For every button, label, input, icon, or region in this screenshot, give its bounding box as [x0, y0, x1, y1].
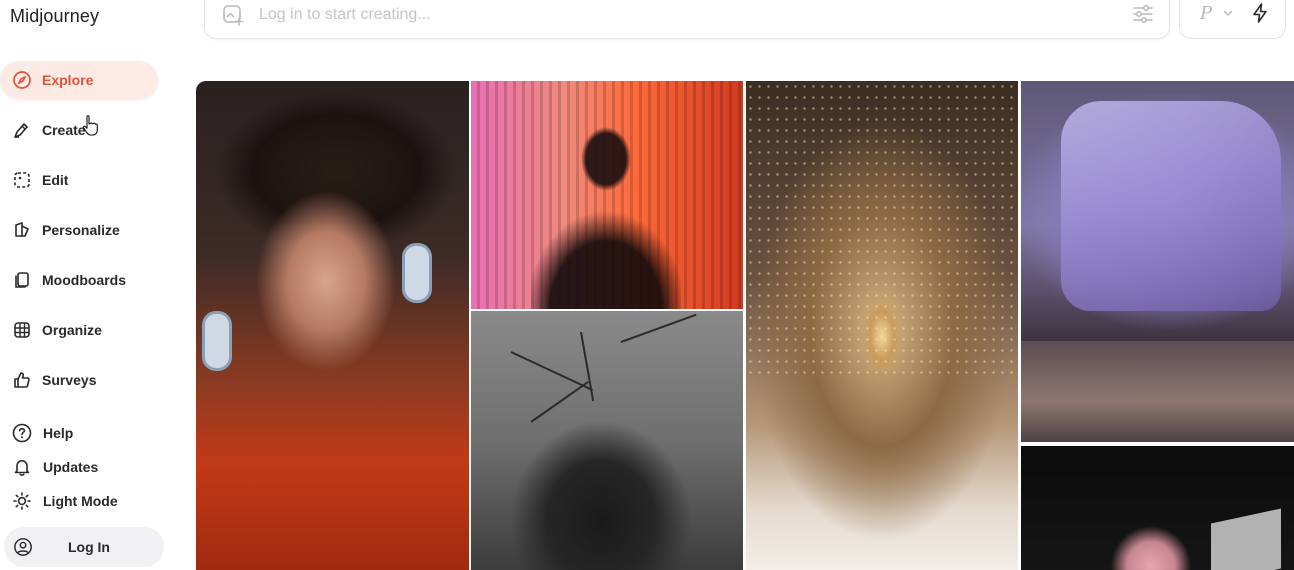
login-label: Log In — [68, 539, 110, 555]
appliance-shape — [1211, 508, 1281, 570]
hangar-floor-shape — [1021, 341, 1294, 442]
light-mode-label: Light Mode — [43, 493, 118, 509]
sidebar: Midjourney Explore Create Edit Personali… — [0, 0, 180, 570]
help-label: Help — [43, 425, 74, 441]
explore-gallery — [196, 81, 1294, 570]
branch-shape — [580, 331, 595, 402]
gallery-image[interactable] — [471, 81, 743, 309]
headphone-shape — [402, 243, 432, 303]
grid-icon — [12, 320, 32, 340]
gallery-image[interactable] — [1021, 446, 1294, 570]
nav-personalize[interactable]: Personalize — [0, 211, 158, 249]
branch-shape — [620, 313, 697, 343]
nav-organize-label: Organize — [42, 322, 102, 338]
compass-icon — [12, 70, 32, 90]
updates-label: Updates — [43, 459, 99, 475]
gallery-image[interactable] — [471, 311, 743, 570]
nav-explore[interactable]: Explore — [0, 61, 158, 99]
hand-cursor-icon — [82, 115, 98, 136]
mech-shape — [1061, 101, 1281, 311]
gallery-image[interactable] — [196, 81, 469, 570]
personalization-label: P — [1200, 3, 1213, 24]
add-image-icon[interactable] — [221, 3, 245, 27]
thumbs-up-icon — [12, 370, 32, 390]
moodboard-icon — [12, 270, 32, 290]
personalize-icon — [12, 220, 32, 240]
branch-shape — [530, 381, 589, 423]
help-link[interactable]: Help — [0, 418, 73, 448]
edit-frame-icon — [12, 170, 32, 190]
nav-explore-label: Explore — [42, 72, 94, 88]
silhouette-shape — [531, 121, 681, 309]
nav-edit-label: Edit — [42, 172, 69, 188]
nav-create-label: Create — [42, 122, 86, 138]
nav-edit[interactable]: Edit — [0, 161, 158, 199]
mode-selector[interactable]: P — [1179, 0, 1286, 39]
headphone-shape — [202, 311, 232, 371]
prompt-bar — [204, 0, 1170, 39]
brush-icon — [12, 120, 32, 140]
nav-surveys[interactable]: Surveys — [0, 361, 158, 399]
help-icon — [12, 423, 32, 443]
lightning-icon[interactable] — [1249, 2, 1271, 24]
sun-icon — [12, 491, 32, 511]
user-circle-icon — [12, 536, 34, 558]
chevron-down-icon — [1223, 10, 1233, 16]
string-lights-shape — [746, 81, 1018, 375]
login-button[interactable]: Log In — [4, 527, 164, 567]
bell-icon — [12, 457, 32, 477]
nav-personalize-label: Personalize — [42, 222, 120, 238]
brand-logo[interactable]: Midjourney — [10, 6, 99, 27]
gallery-image[interactable] — [746, 81, 1018, 570]
nav-moodboards[interactable]: Moodboards — [0, 261, 158, 299]
nav-surveys-label: Surveys — [42, 372, 97, 388]
prompt-input[interactable] — [259, 3, 1059, 27]
nav-organize[interactable]: Organize — [0, 311, 158, 349]
nav-create[interactable]: Create — [0, 111, 158, 149]
updates-link[interactable]: Updates — [0, 452, 98, 482]
gallery-image[interactable] — [1021, 81, 1294, 442]
light-mode-toggle[interactable]: Light Mode — [0, 486, 118, 516]
nav-moodboards-label: Moodboards — [42, 272, 126, 288]
settings-sliders-icon[interactable] — [1131, 2, 1155, 26]
